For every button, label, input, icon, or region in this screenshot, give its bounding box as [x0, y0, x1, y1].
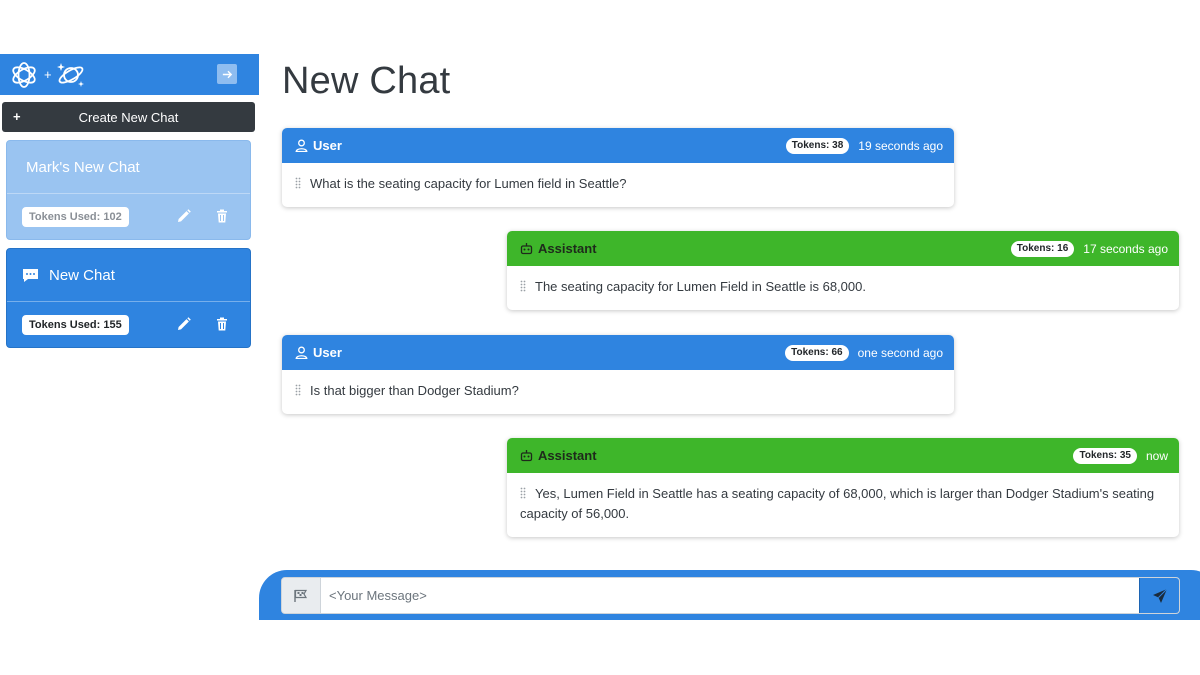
message-card-user: User Tokens: 38 19 seconds ago What is t…	[282, 128, 954, 207]
send-icon	[1152, 588, 1167, 603]
person-icon	[295, 346, 308, 359]
chat-item-footer: Tokens Used: 155	[7, 302, 250, 347]
grip-icon[interactable]	[520, 280, 526, 292]
send-button[interactable]	[1139, 578, 1179, 613]
message-card-assistant: Assistant Tokens: 16 17 seconds ago The …	[507, 231, 1179, 310]
chat-list-item-active[interactable]: New Chat Tokens Used: 155	[6, 248, 251, 348]
grip-icon[interactable]	[520, 487, 526, 499]
message-tokens-badge: Tokens: 35	[1073, 447, 1137, 464]
logo-separator: +	[44, 67, 52, 82]
message-role: Assistant	[538, 241, 597, 256]
message-body: Is that bigger than Dodger Stadium?	[282, 370, 954, 414]
message-input[interactable]	[321, 578, 1139, 613]
message-card-assistant: Assistant Tokens: 35 now Yes, Lumen Fiel…	[507, 438, 1179, 537]
message-body: What is the seating capacity for Lumen f…	[282, 163, 954, 207]
message-composer	[281, 577, 1180, 614]
chat-list-item[interactable]: Mark's New Chat Tokens Used: 102	[6, 140, 251, 240]
openai-logo-icon	[9, 60, 39, 90]
create-new-chat-button[interactable]: + Create New Chat	[2, 102, 255, 132]
message-timestamp: now	[1145, 448, 1168, 463]
message-text: Yes, Lumen Field in Seattle has a seatin…	[520, 486, 1155, 521]
message-body: Yes, Lumen Field in Seattle has a seatin…	[507, 473, 1179, 537]
message-role: User	[313, 138, 342, 153]
message-tokens-badge: Tokens: 66	[785, 344, 849, 361]
chat-item-title: Mark's New Chat	[26, 158, 140, 176]
chat-item-footer: Tokens Used: 102	[7, 194, 250, 239]
trash-icon[interactable]	[214, 316, 230, 332]
message-header: Assistant Tokens: 16 17 seconds ago	[507, 231, 1179, 266]
plus-icon: +	[13, 109, 21, 124]
robot-icon	[520, 243, 533, 255]
message-header: User Tokens: 38 19 seconds ago	[282, 128, 954, 163]
message-card-user: User Tokens: 66 one second ago Is that b…	[282, 335, 954, 414]
message-header: User Tokens: 66 one second ago	[282, 335, 954, 370]
robot-icon	[520, 450, 533, 462]
grip-icon[interactable]	[295, 384, 301, 396]
chat-item-title: New Chat	[49, 266, 115, 284]
chat-bubble-icon	[22, 268, 49, 283]
chat-item-title-row[interactable]: New Chat	[7, 249, 250, 302]
message-text: Is that bigger than Dodger Stadium?	[310, 383, 519, 398]
flag-icon	[294, 589, 308, 602]
attach-button[interactable]	[282, 578, 321, 613]
tokens-used-badge: Tokens Used: 102	[22, 207, 129, 227]
message-tokens-badge: Tokens: 16	[1010, 240, 1075, 257]
page-title: New Chat	[282, 60, 451, 102]
pencil-icon[interactable]	[176, 208, 192, 224]
message-text: The seating capacity for Lumen Field in …	[535, 279, 866, 294]
message-text: What is the seating capacity for Lumen f…	[310, 176, 627, 191]
message-tokens-badge: Tokens: 38	[785, 137, 850, 154]
message-body: The seating capacity for Lumen Field in …	[507, 266, 1179, 310]
message-role: Assistant	[538, 448, 597, 463]
pencil-icon[interactable]	[176, 316, 192, 332]
message-timestamp: one second ago	[857, 345, 943, 360]
grip-icon[interactable]	[295, 177, 301, 189]
sidebar-header: +	[0, 54, 259, 95]
trash-icon[interactable]	[214, 208, 230, 224]
arrow-right-icon	[221, 68, 234, 81]
person-icon	[295, 139, 308, 152]
message-role: User	[313, 345, 342, 360]
create-new-chat-label: Create New Chat	[78, 109, 179, 125]
sidebar: + + Create New Chat Mark's New Chat Toke…	[0, 0, 259, 675]
tokens-used-badge: Tokens Used: 155	[22, 315, 129, 335]
message-timestamp: 19 seconds ago	[858, 138, 943, 153]
collapse-sidebar-button[interactable]	[217, 64, 237, 84]
chat-item-title-row[interactable]: Mark's New Chat	[7, 141, 250, 194]
message-header: Assistant Tokens: 35 now	[507, 438, 1179, 473]
planet-sparkle-icon	[56, 60, 86, 90]
message-timestamp: 17 seconds ago	[1083, 241, 1168, 256]
